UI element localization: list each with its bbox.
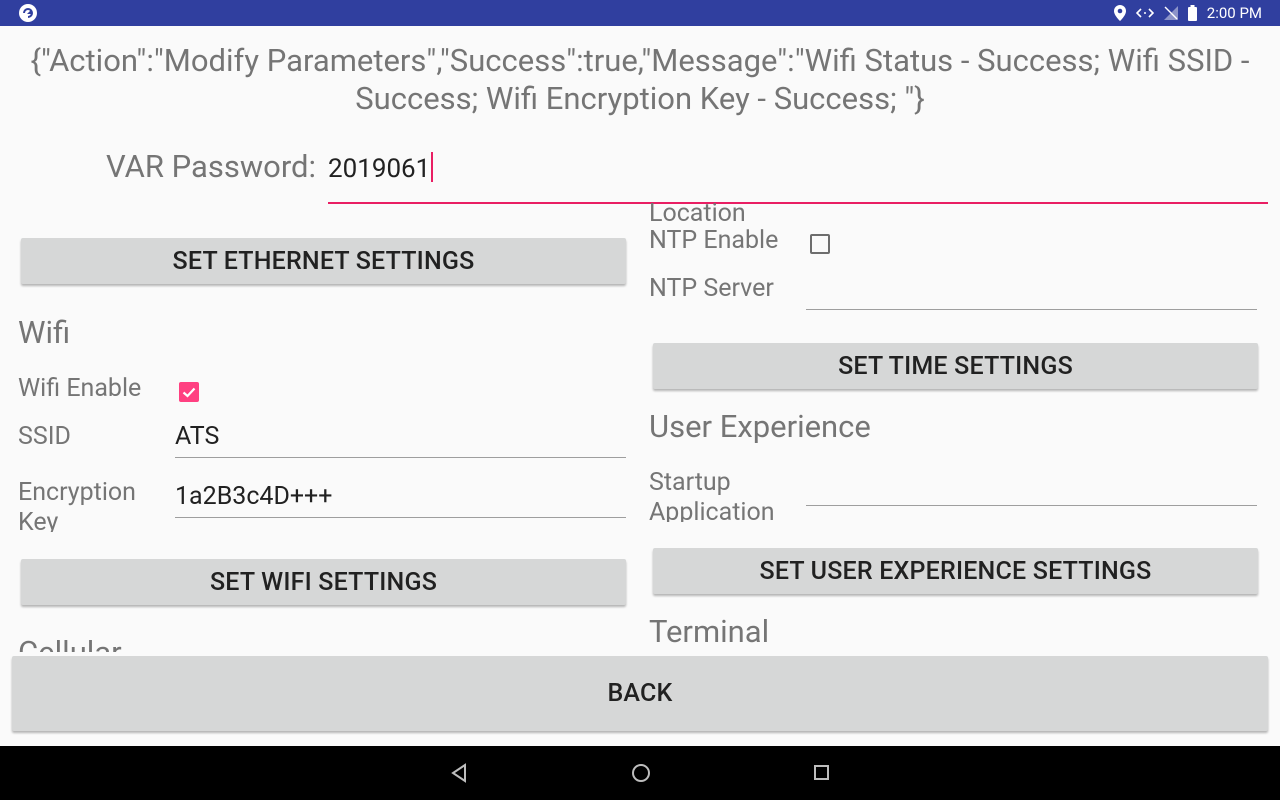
- settings-scroll-view[interactable]: {"Action":"Modify Parameters","Success":…: [0, 26, 1280, 746]
- navigation-bar: [0, 746, 1280, 800]
- location-icon: [1113, 5, 1126, 21]
- user-experience-heading: User Experience: [649, 408, 871, 445]
- location-label-clip: Location: [649, 202, 849, 222]
- var-password-label: VAR Password:: [106, 148, 317, 185]
- back-nav-icon[interactable]: [450, 761, 468, 785]
- wifi-enable-checkbox[interactable]: [179, 382, 199, 402]
- encryption-key-input[interactable]: 1a2B3c4D+++: [175, 478, 626, 518]
- ntp-enable-label: NTP Enable: [649, 226, 779, 255]
- set-ethernet-settings-button[interactable]: SET ETHERNET SETTINGS: [21, 238, 626, 284]
- battery-icon: [1187, 5, 1197, 21]
- var-password-input[interactable]: 2019061: [328, 148, 1268, 204]
- status-time: 2:00 PM: [1206, 4, 1262, 22]
- wifi-enable-label: Wifi Enable: [18, 374, 142, 403]
- ntp-server-input[interactable]: [806, 270, 1257, 310]
- location-label: Location: [649, 202, 746, 222]
- home-nav-icon[interactable]: [630, 761, 652, 785]
- checkmark-icon: [182, 387, 196, 398]
- ssid-input[interactable]: ATS: [175, 418, 626, 458]
- cellular-heading: Cellular: [18, 634, 122, 652]
- var-password-value: 2019061: [328, 154, 431, 184]
- status-bar: 2:00 PM: [0, 0, 1280, 26]
- encryption-key-label: Encryption Key: [18, 478, 136, 532]
- app-notification-icon: [19, 4, 37, 22]
- set-user-experience-settings-button[interactable]: SET USER EXPERIENCE SETTINGS: [653, 548, 1258, 594]
- terminal-heading: Terminal: [649, 613, 770, 650]
- set-time-settings-button[interactable]: SET TIME SETTINGS: [653, 343, 1258, 389]
- ssid-label: SSID: [18, 422, 71, 451]
- startup-application-label: Startup Application: [649, 468, 775, 522]
- set-wifi-settings-button[interactable]: SET WIFI SETTINGS: [21, 559, 626, 605]
- back-button[interactable]: BACK: [12, 656, 1268, 731]
- startup-application-label-clip: Startup Application: [649, 468, 799, 522]
- recents-nav-icon[interactable]: [813, 761, 831, 785]
- startup-application-input[interactable]: [806, 466, 1257, 506]
- text-cursor: [431, 152, 434, 182]
- ntp-server-label: NTP Server: [649, 274, 774, 303]
- encryption-key-label-clip: Encryption Key: [18, 478, 168, 532]
- cellular-heading-clip: Cellular: [18, 632, 218, 652]
- ntp-enable-checkbox[interactable]: [810, 234, 830, 254]
- no-signal-icon: [1163, 6, 1178, 20]
- response-message: {"Action":"Modify Parameters","Success":…: [30, 42, 1250, 117]
- wifi-heading: Wifi: [18, 314, 71, 351]
- developer-mode-icon: [1135, 8, 1154, 18]
